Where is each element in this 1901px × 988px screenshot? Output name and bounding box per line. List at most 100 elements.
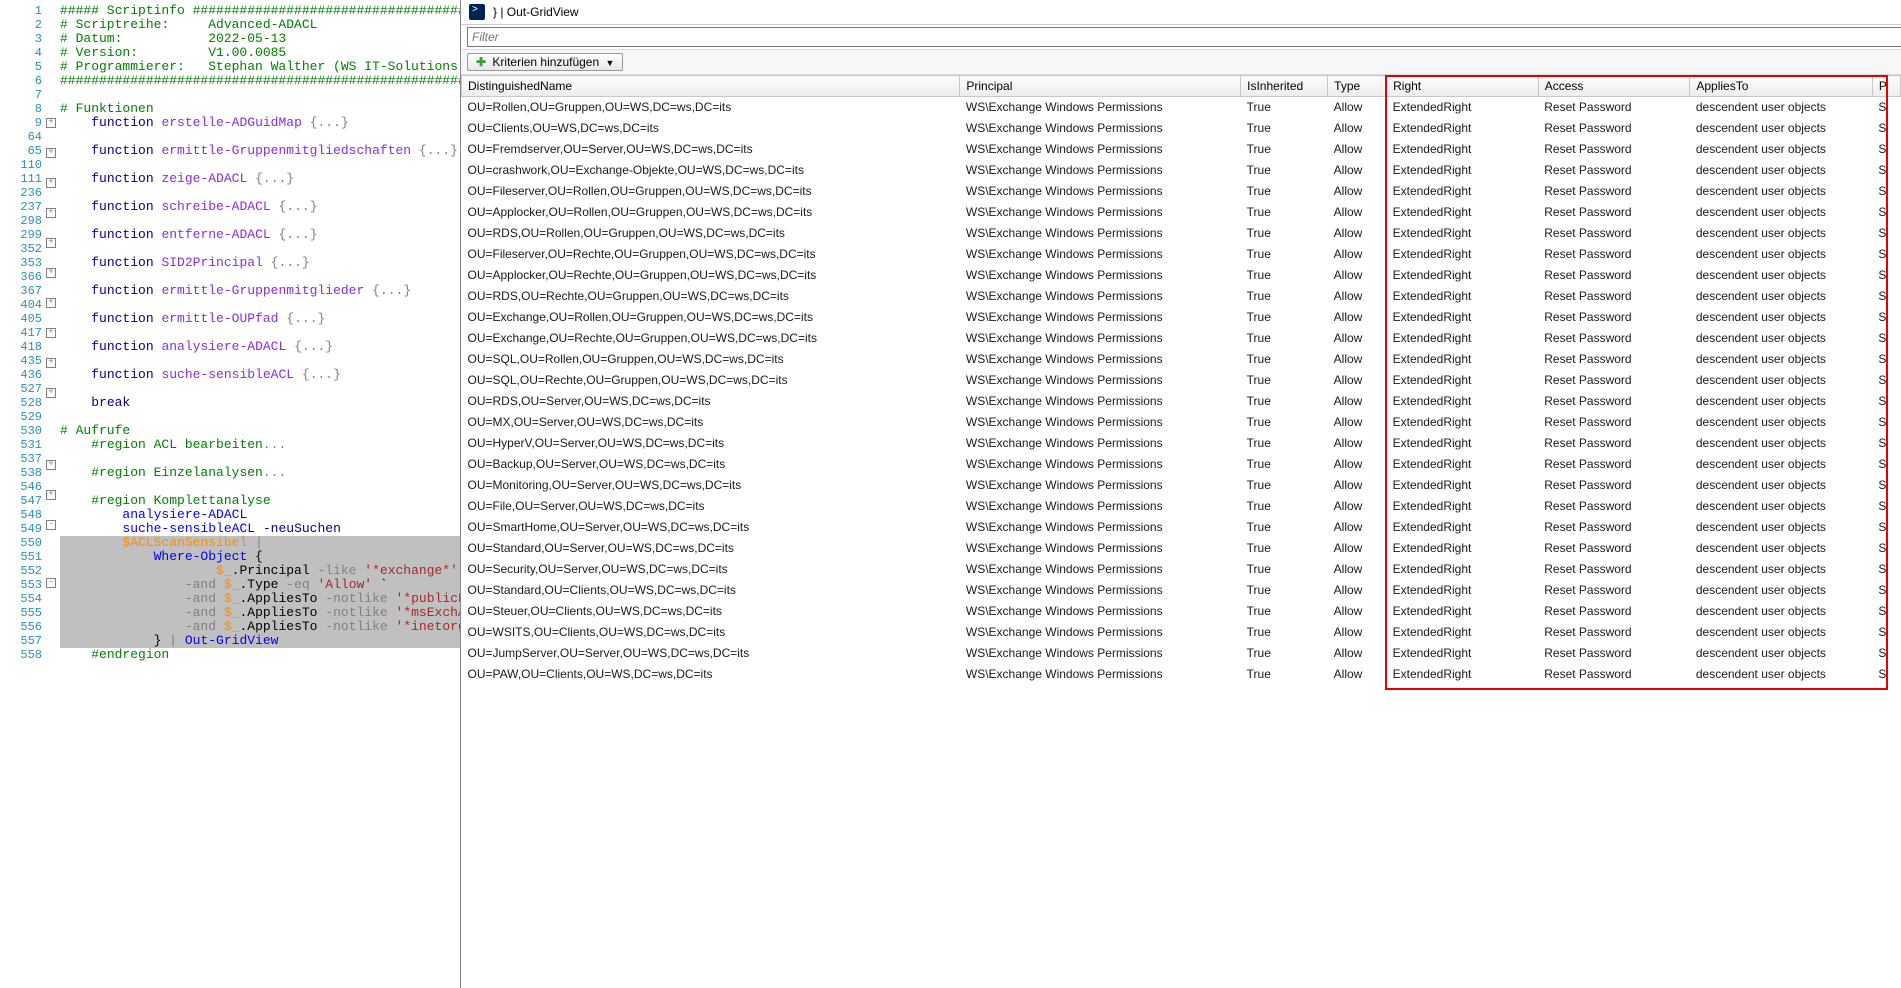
table-row[interactable]: OU=Fileserver,OU=Rechte,OU=Gruppen,OU=WS… [462, 244, 1901, 265]
grid-scroll-area[interactable]: DistinguishedNamePrincipalIsInheritedTyp… [461, 75, 1901, 988]
table-row[interactable]: OU=Fremdserver,OU=Server,OU=WS,DC=ws,DC=… [462, 139, 1901, 160]
code-editor[interactable]: 1234567896465110111236237298299352353366… [0, 0, 460, 988]
fold-toggle[interactable]: + [46, 328, 56, 338]
column-header-appliesto[interactable]: AppliesTo [1690, 76, 1873, 97]
code-line[interactable]: -and $_.AppliesTo -notlike '*msExchA [60, 606, 460, 620]
filter-input[interactable] [467, 27, 1901, 47]
table-row[interactable]: OU=SQL,OU=Rechte,OU=Gruppen,OU=WS,DC=ws,… [462, 370, 1901, 391]
code-line[interactable] [60, 88, 460, 102]
code-line[interactable]: function ermittle-Gruppenmitglieder {...… [60, 284, 460, 298]
fold-toggle[interactable]: + [46, 268, 56, 278]
code-line[interactable]: #region ACL bearbeiten... [60, 438, 460, 452]
column-header-p[interactable]: P [1872, 76, 1900, 97]
code-line[interactable]: # Scriptreihe: Advanced-ADACL [60, 18, 460, 32]
table-row[interactable]: OU=Exchange,OU=Rechte,OU=Gruppen,OU=WS,D… [462, 328, 1901, 349]
code-line[interactable]: # Datum: 2022-05-13 [60, 32, 460, 46]
table-row[interactable]: OU=Standard,OU=Clients,OU=WS,DC=ws,DC=it… [462, 580, 1901, 601]
code-line[interactable]: $ACLScanSensibel | [60, 536, 460, 550]
column-header-type[interactable]: Type [1328, 76, 1387, 97]
table-row[interactable]: OU=Steuer,OU=Clients,OU=WS,DC=ws,DC=itsW… [462, 601, 1901, 622]
fold-toggle[interactable]: - [46, 520, 56, 530]
table-row[interactable]: OU=JumpServer,OU=Server,OU=WS,DC=ws,DC=i… [462, 643, 1901, 664]
fold-toggle[interactable]: + [46, 298, 56, 308]
table-row[interactable]: OU=Applocker,OU=Rollen,OU=Gruppen,OU=WS,… [462, 202, 1901, 223]
code-line[interactable]: function erstelle-ADGuidMap {...} [60, 116, 460, 130]
code-line[interactable]: function SID2Principal {...} [60, 256, 460, 270]
table-row[interactable]: OU=Backup,OU=Server,OU=WS,DC=ws,DC=itsWS… [462, 454, 1901, 475]
code-line[interactable] [60, 130, 460, 144]
code-line[interactable]: ########################################… [60, 74, 460, 88]
fold-toggle[interactable]: - [46, 578, 56, 588]
table-row[interactable]: OU=Security,OU=Server,OU=WS,DC=ws,DC=its… [462, 559, 1901, 580]
code-line[interactable]: function zeige-ADACL {...} [60, 172, 460, 186]
code-line[interactable]: -and $_.Type -eq 'Allow' ` [60, 578, 460, 592]
code-line[interactable]: # Programmierer: Stephan Walther (WS IT-… [60, 60, 460, 74]
code-line[interactable] [60, 326, 460, 340]
code-line[interactable] [60, 382, 460, 396]
table-row[interactable]: OU=File,OU=Server,OU=WS,DC=ws,DC=itsWS\E… [462, 496, 1901, 517]
table-row[interactable]: OU=Fileserver,OU=Rollen,OU=Gruppen,OU=WS… [462, 181, 1901, 202]
fold-toggle[interactable]: + [46, 118, 56, 128]
code-line[interactable] [60, 480, 460, 494]
fold-toggle[interactable]: + [46, 490, 56, 500]
code-line[interactable] [60, 158, 460, 172]
code-line[interactable]: break [60, 396, 460, 410]
table-row[interactable]: OU=Exchange,OU=Rollen,OU=Gruppen,OU=WS,D… [462, 307, 1901, 328]
code-line[interactable]: Where-Object { [60, 550, 460, 564]
code-line[interactable]: function ermittle-Gruppenmitgliedschafte… [60, 144, 460, 158]
table-row[interactable]: OU=WSITS,OU=Clients,OU=WS,DC=ws,DC=itsWS… [462, 622, 1901, 643]
code-line[interactable]: -and $_.AppliesTo -notlike '*inetorg [60, 620, 460, 634]
code-line[interactable] [60, 298, 460, 312]
fold-toggle[interactable]: + [46, 388, 56, 398]
fold-toggle[interactable]: + [46, 358, 56, 368]
code-line[interactable] [60, 214, 460, 228]
column-header-distinguishedname[interactable]: DistinguishedName [462, 76, 960, 97]
code-line[interactable] [60, 242, 460, 256]
table-row[interactable]: OU=Monitoring,OU=Server,OU=WS,DC=ws,DC=i… [462, 475, 1901, 496]
fold-toggle[interactable]: + [46, 238, 56, 248]
code-line[interactable]: analysiere-ADACL [60, 508, 460, 522]
table-row[interactable]: OU=HyperV,OU=Server,OU=WS,DC=ws,DC=itsWS… [462, 433, 1901, 454]
column-header-isinherited[interactable]: IsInherited [1241, 76, 1328, 97]
add-criteria-button[interactable]: ✚ Kriterien hinzufügen ▼ [467, 53, 623, 71]
code-line[interactable]: function schreibe-ADACL {...} [60, 200, 460, 214]
code-line[interactable]: } | Out-GridView [60, 634, 460, 648]
table-row[interactable]: OU=RDS,OU=Rechte,OU=Gruppen,OU=WS,DC=ws,… [462, 286, 1901, 307]
code-line[interactable]: -and $_.AppliesTo -notlike '*publicF [60, 592, 460, 606]
code-line[interactable]: function analysiere-ADACL {...} [60, 340, 460, 354]
code-line[interactable]: # Aufrufe [60, 424, 460, 438]
table-row[interactable]: OU=crashwork,OU=Exchange-Objekte,OU=WS,D… [462, 160, 1901, 181]
fold-toggle[interactable]: + [46, 460, 56, 470]
code-line[interactable]: ##### Scriptinfo #######################… [60, 4, 460, 18]
fold-toggle[interactable]: + [46, 148, 56, 158]
code-line[interactable]: #endregion [60, 648, 460, 662]
code-line[interactable] [60, 270, 460, 284]
fold-toggle[interactable]: + [46, 208, 56, 218]
window-titlebar[interactable]: } | Out-GridView [461, 0, 1901, 25]
column-header-right[interactable]: Right [1387, 76, 1539, 97]
table-row[interactable]: OU=Applocker,OU=Rechte,OU=Gruppen,OU=WS,… [462, 265, 1901, 286]
code-line[interactable]: # Version: V1.00.0085 [60, 46, 460, 60]
code-line[interactable]: #region Einzelanalysen... [60, 466, 460, 480]
table-row[interactable]: OU=Rollen,OU=Gruppen,OU=WS,DC=ws,DC=itsW… [462, 97, 1901, 118]
table-row[interactable]: OU=RDS,OU=Server,OU=WS,DC=ws,DC=itsWS\Ex… [462, 391, 1901, 412]
column-header-principal[interactable]: Principal [960, 76, 1241, 97]
code-line[interactable] [60, 186, 460, 200]
code-line[interactable] [60, 354, 460, 368]
table-row[interactable]: OU=Standard,OU=Server,OU=WS,DC=ws,DC=its… [462, 538, 1901, 559]
code-line[interactable]: #region Komplettanalyse [60, 494, 460, 508]
column-header-access[interactable]: Access [1538, 76, 1690, 97]
table-row[interactable]: OU=RDS,OU=Rollen,OU=Gruppen,OU=WS,DC=ws,… [462, 223, 1901, 244]
code-line[interactable]: $_.Principal -like '*exchange*' ` [60, 564, 460, 578]
table-row[interactable]: OU=MX,OU=Server,OU=WS,DC=ws,DC=itsWS\Exc… [462, 412, 1901, 433]
fold-toggle[interactable]: + [46, 178, 56, 188]
code-line[interactable]: # Funktionen [60, 102, 460, 116]
table-row[interactable]: OU=SmartHome,OU=Server,OU=WS,DC=ws,DC=it… [462, 517, 1901, 538]
table-row[interactable]: OU=PAW,OU=Clients,OU=WS,DC=ws,DC=itsWS\E… [462, 664, 1901, 685]
code-line[interactable]: function suche-sensibleACL {...} [60, 368, 460, 382]
code-line[interactable] [60, 410, 460, 424]
table-row[interactable]: OU=SQL,OU=Rollen,OU=Gruppen,OU=WS,DC=ws,… [462, 349, 1901, 370]
code-line[interactable]: function ermittle-OUPfad {...} [60, 312, 460, 326]
table-row[interactable]: OU=Clients,OU=WS,DC=ws,DC=itsWS\Exchange… [462, 118, 1901, 139]
code-line[interactable]: function entferne-ADACL {...} [60, 228, 460, 242]
